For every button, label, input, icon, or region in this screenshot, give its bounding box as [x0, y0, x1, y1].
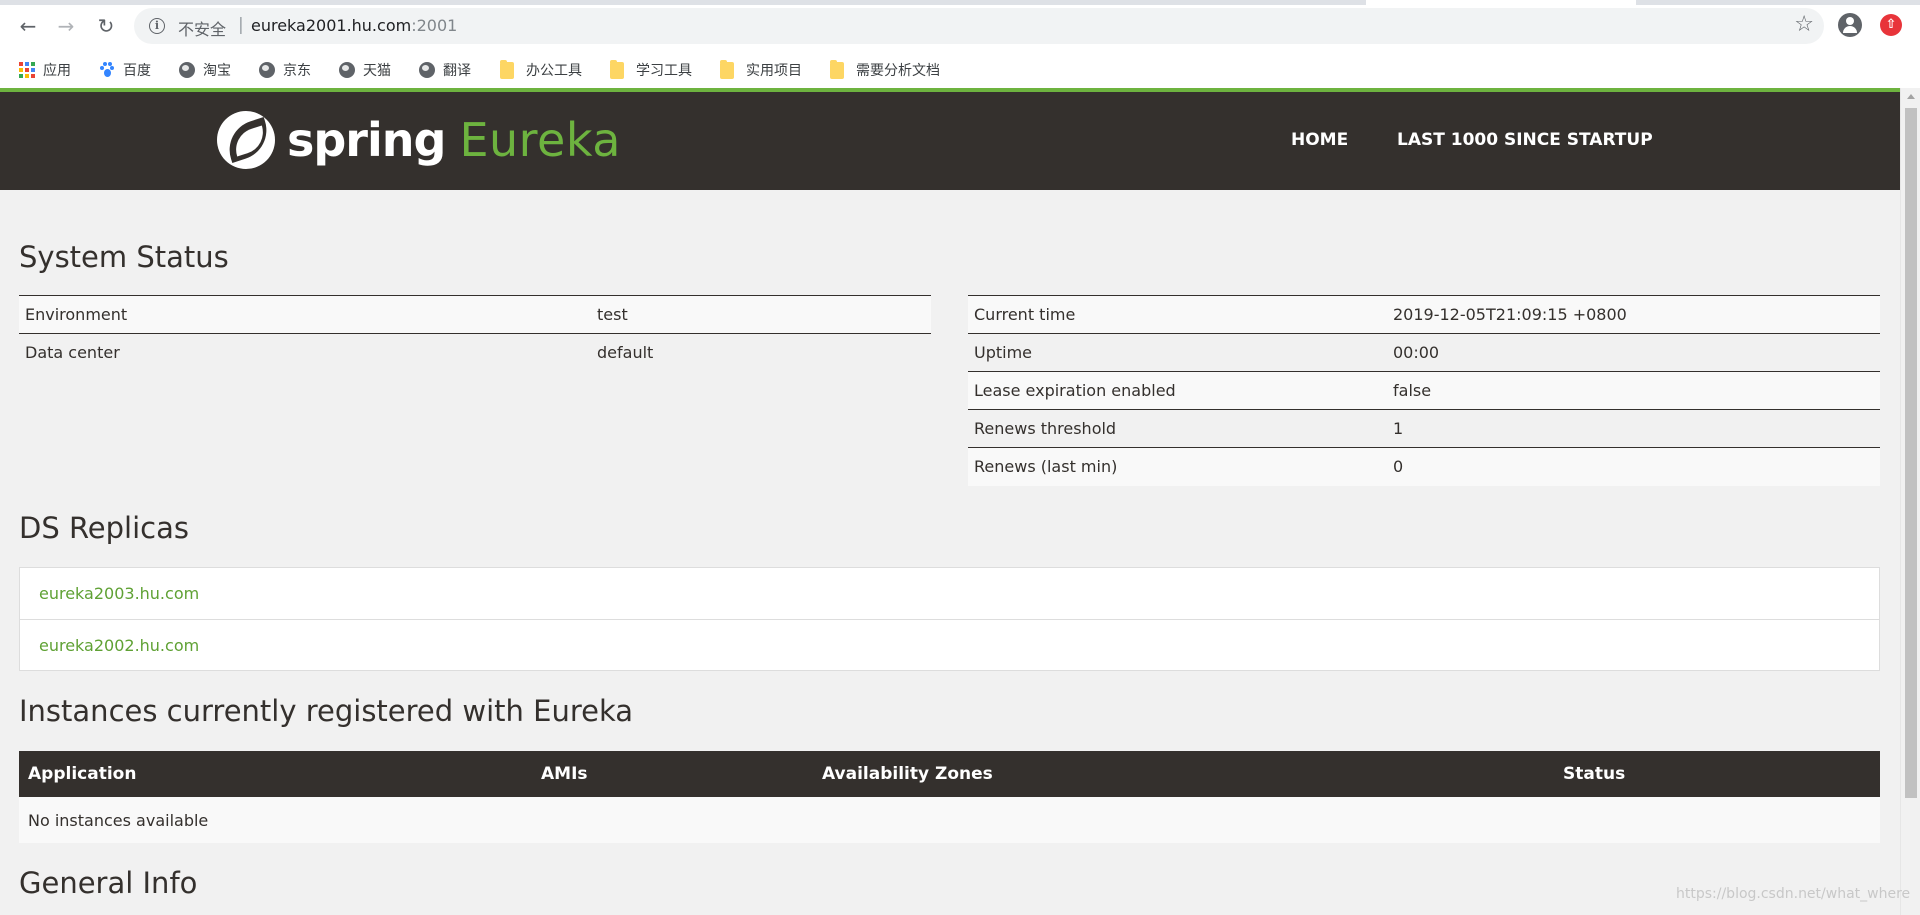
bookmark-folder-docs[interactable]: 需要分析文档	[830, 58, 940, 82]
url-host: eureka2001.hu.com	[251, 16, 412, 35]
status-label: Uptime	[968, 333, 1387, 372]
info-icon[interactable]: i	[149, 18, 165, 34]
system-status-left-table: Environment test Data center default	[19, 295, 931, 372]
bookmark-label: 京东	[283, 63, 311, 79]
address-separator: |	[238, 15, 244, 35]
url-port: :2001	[411, 16, 458, 35]
globe-icon	[339, 62, 355, 78]
table-row: Current time 2019-12-05T21:09:15 +0800	[968, 295, 1880, 334]
bookmarks-bar: 应用 百度 淘宝 京东 天猫 翻译 办公工具 学习工具 实用项目 需要分析文档	[0, 52, 1920, 88]
spring-leaf-icon	[217, 111, 275, 169]
status-value: test	[591, 295, 931, 334]
instances-table: Application AMIs Availability Zones Stat…	[19, 751, 1880, 843]
scroll-up-icon[interactable]	[1907, 94, 1915, 99]
bookmark-translate[interactable]: 翻译	[419, 58, 471, 82]
extension-icon[interactable]: ⇧	[1880, 14, 1902, 36]
address-bar[interactable]: i 不安全 | eureka2001.hu.com:2001 ☆	[134, 8, 1824, 44]
bookmark-label: 应用	[43, 63, 71, 79]
table-row: Uptime 00:00	[968, 333, 1880, 372]
column-header-availability-zones: Availability Zones	[813, 751, 1554, 797]
status-value: false	[1387, 371, 1880, 410]
status-value: default	[591, 333, 931, 372]
logo-spring-text: spring	[287, 113, 446, 167]
nav-last-1000-link[interactable]: LAST 1000 SINCE STARTUP	[1397, 130, 1653, 150]
system-status-right-table: Current time 2019-12-05T21:09:15 +0800 U…	[968, 295, 1880, 486]
table-row: Lease expiration enabled false	[968, 371, 1880, 410]
folder-icon	[830, 59, 844, 79]
globe-icon	[419, 62, 435, 78]
tab-strip	[0, 0, 1920, 5]
logo-eureka-text: Eureka	[459, 113, 621, 167]
bookmark-label: 实用项目	[746, 63, 802, 79]
bookmark-jd[interactable]: 京东	[259, 58, 311, 82]
reload-icon[interactable]: ↻	[92, 12, 120, 40]
folder-icon	[500, 59, 514, 79]
browser-toolbar: ← → ↻ i 不安全 | eureka2001.hu.com:2001 ☆ ⇧	[0, 0, 1920, 52]
status-label: Renews (last min)	[968, 447, 1387, 486]
status-label: Environment	[19, 295, 591, 334]
column-header-application: Application	[19, 751, 532, 797]
bookmark-folder-office[interactable]: 办公工具	[500, 58, 582, 82]
baidu-icon	[99, 62, 115, 78]
arrow-right-icon[interactable]: →	[52, 12, 80, 40]
status-value: 0	[1387, 447, 1880, 486]
apps-icon	[19, 62, 35, 78]
status-value: 00:00	[1387, 333, 1880, 372]
watermark-text: https://blog.csdn.net/what_where	[1676, 886, 1911, 902]
globe-icon	[179, 62, 195, 78]
bookmark-label: 百度	[123, 63, 151, 79]
bookmark-label: 淘宝	[203, 63, 231, 79]
table-row: Environment test	[19, 295, 931, 334]
bookmark-label: 翻译	[443, 63, 471, 79]
table-row: No instances available	[19, 797, 1880, 843]
status-label: Data center	[19, 333, 591, 372]
folder-icon	[720, 59, 734, 79]
nav-home-link[interactable]: HOME	[1291, 130, 1348, 150]
url-text[interactable]: eureka2001.hu.com:2001	[251, 16, 457, 35]
bookmark-apps[interactable]: 应用	[19, 58, 71, 82]
security-label[interactable]: 不安全	[178, 16, 226, 40]
status-value: 2019-12-05T21:09:15 +0800	[1387, 295, 1880, 334]
bookmark-label: 办公工具	[526, 63, 582, 79]
arrow-left-icon[interactable]: ←	[14, 12, 42, 40]
bookmark-folder-projects[interactable]: 实用项目	[720, 58, 802, 82]
empty-instances-text: No instances available	[19, 797, 1880, 843]
scrollbar-thumb[interactable]	[1905, 108, 1917, 798]
bookmark-folder-study[interactable]: 学习工具	[610, 58, 692, 82]
status-label: Current time	[968, 295, 1387, 334]
table-row: Renews (last min) 0	[968, 447, 1880, 486]
globe-icon	[259, 62, 275, 78]
status-label: Renews threshold	[968, 409, 1387, 448]
bookmark-label: 需要分析文档	[856, 63, 940, 79]
status-label: Lease expiration enabled	[968, 371, 1387, 410]
system-status-title: System Status	[19, 240, 229, 274]
general-info-title: General Info	[19, 866, 198, 900]
ds-replicas-title: DS Replicas	[19, 511, 189, 545]
replica-link[interactable]: eureka2003.hu.com	[20, 568, 1879, 619]
bookmark-label: 天猫	[363, 63, 391, 79]
folder-icon	[610, 59, 624, 79]
column-header-status: Status	[1554, 751, 1880, 797]
active-tab[interactable]	[1366, 0, 1636, 5]
bookmark-taobao[interactable]: 淘宝	[179, 58, 231, 82]
star-icon[interactable]: ☆	[1794, 12, 1814, 37]
bookmark-baidu[interactable]: 百度	[99, 58, 151, 82]
page-scrollbar[interactable]	[1900, 88, 1920, 915]
ds-replicas-list: eureka2003.hu.com eureka2002.hu.com	[19, 567, 1880, 671]
table-row: Renews threshold 1	[968, 409, 1880, 448]
eureka-page: spring Eureka HOME LAST 1000 SINCE START…	[0, 88, 1900, 915]
navbar: spring Eureka HOME LAST 1000 SINCE START…	[0, 92, 1900, 190]
table-row: Data center default	[19, 333, 931, 372]
column-header-amis: AMIs	[532, 751, 813, 797]
status-value: 1	[1387, 409, 1880, 448]
replica-link[interactable]: eureka2002.hu.com	[20, 619, 1879, 670]
account-icon[interactable]	[1838, 13, 1862, 37]
instances-title: Instances currently registered with Eure…	[19, 694, 634, 728]
bookmark-label: 学习工具	[636, 63, 692, 79]
bookmark-tmall[interactable]: 天猫	[339, 58, 391, 82]
table-header-row: Application AMIs Availability Zones Stat…	[19, 751, 1880, 797]
spring-eureka-logo[interactable]: spring Eureka	[217, 110, 621, 170]
